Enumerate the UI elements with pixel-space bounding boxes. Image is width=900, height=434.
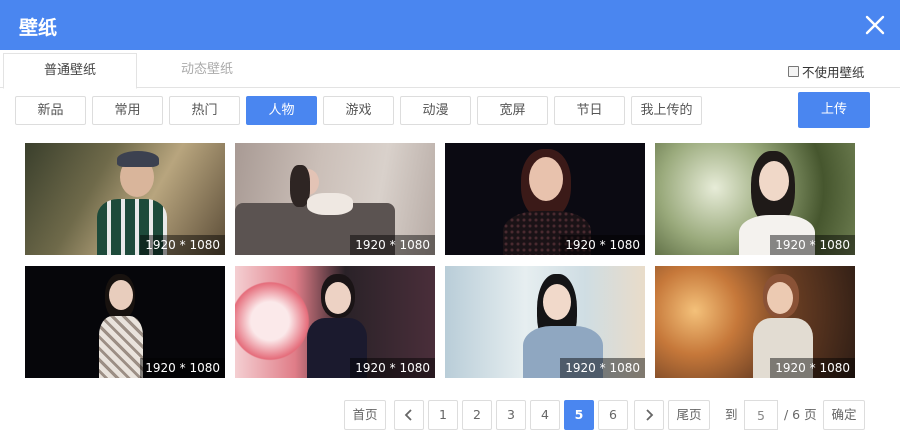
category-new[interactable]: 新品 bbox=[15, 96, 86, 125]
tab-normal-wallpaper[interactable]: 普通壁纸 bbox=[3, 53, 137, 89]
wallpaper-thumbnail[interactable]: 1920 * 1080 bbox=[655, 143, 855, 255]
wallpaper-thumbnail[interactable]: 1920 * 1080 bbox=[445, 266, 645, 378]
page-button[interactable]: 2 bbox=[462, 400, 492, 430]
resolution-badge: 1920 * 1080 bbox=[770, 358, 855, 378]
wallpaper-thumbnail[interactable]: 1920 * 1080 bbox=[445, 143, 645, 255]
close-icon[interactable] bbox=[864, 14, 886, 36]
category-hot[interactable]: 热门 bbox=[169, 96, 240, 125]
category-anime[interactable]: 动漫 bbox=[400, 96, 471, 125]
confirm-button[interactable]: 确定 bbox=[823, 400, 865, 430]
wallpaper-thumbnail[interactable]: 1920 * 1080 bbox=[25, 266, 225, 378]
no-wallpaper-label: 不使用壁纸 bbox=[802, 65, 865, 80]
resolution-badge: 1920 * 1080 bbox=[350, 358, 435, 378]
page-button[interactable]: 3 bbox=[496, 400, 526, 430]
goto-page-input[interactable] bbox=[744, 400, 778, 430]
dialog-title: 壁纸 bbox=[19, 17, 58, 39]
category-common[interactable]: 常用 bbox=[92, 96, 163, 125]
category-people[interactable]: 人物 bbox=[246, 96, 317, 125]
page-button[interactable]: 4 bbox=[530, 400, 560, 430]
wallpaper-thumbnail[interactable]: 1920 * 1080 bbox=[655, 266, 855, 378]
no-wallpaper-checkbox[interactable]: 不使用壁纸 bbox=[788, 62, 865, 81]
resolution-badge: 1920 * 1080 bbox=[560, 358, 645, 378]
resolution-badge: 1920 * 1080 bbox=[140, 235, 225, 255]
goto-prefix-label: 到 bbox=[725, 407, 738, 422]
page-button[interactable]: 1 bbox=[428, 400, 458, 430]
total-pages-label: / 6 页 bbox=[784, 407, 817, 422]
page-button[interactable]: 6 bbox=[598, 400, 628, 430]
prev-page-button[interactable] bbox=[394, 400, 424, 430]
tab-dynamic-wallpaper[interactable]: 动态壁纸 bbox=[140, 53, 274, 89]
category-widescreen[interactable]: 宽屏 bbox=[477, 96, 548, 125]
dialog-titlebar: 壁纸 bbox=[0, 0, 900, 50]
category-my-uploads[interactable]: 我上传的 bbox=[631, 96, 702, 125]
resolution-badge: 1920 * 1080 bbox=[140, 358, 225, 378]
checkbox-box[interactable] bbox=[788, 66, 799, 77]
wallpaper-thumbnail[interactable]: 1920 * 1080 bbox=[235, 266, 435, 378]
last-page-button[interactable]: 尾页 bbox=[668, 400, 710, 430]
chevron-right-icon bbox=[646, 409, 654, 421]
category-games[interactable]: 游戏 bbox=[323, 96, 394, 125]
current-page-button[interactable]: 5 bbox=[564, 400, 594, 430]
resolution-badge: 1920 * 1080 bbox=[350, 235, 435, 255]
chevron-left-icon bbox=[404, 409, 412, 421]
wallpaper-thumbnail[interactable]: 1920 * 1080 bbox=[25, 143, 225, 255]
wallpaper-thumbnail[interactable]: 1920 * 1080 bbox=[235, 143, 435, 255]
next-page-button[interactable] bbox=[634, 400, 664, 430]
upload-button[interactable]: 上传 bbox=[798, 92, 870, 128]
wallpaper-tabs: 普通壁纸 动态壁纸 bbox=[0, 50, 900, 89]
category-holiday[interactable]: 节日 bbox=[554, 96, 625, 125]
resolution-badge: 1920 * 1080 bbox=[770, 235, 855, 255]
first-page-button[interactable]: 首页 bbox=[344, 400, 386, 430]
resolution-badge: 1920 * 1080 bbox=[560, 235, 645, 255]
